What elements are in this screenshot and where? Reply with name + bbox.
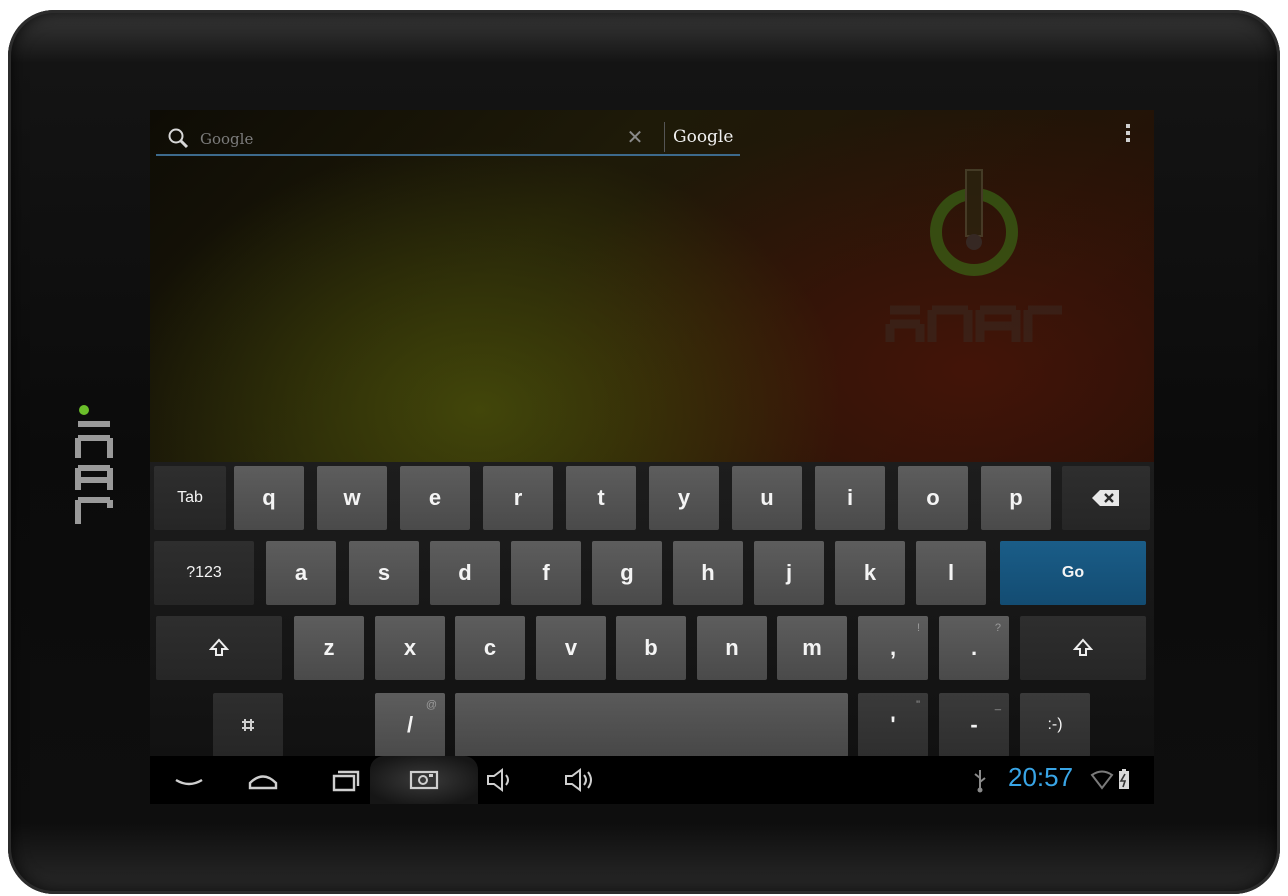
key-t[interactable]: t — [566, 466, 636, 530]
key-backspace[interactable] — [1062, 466, 1150, 530]
key-period[interactable]: . ? — [939, 616, 1009, 680]
key-comma-hint: ! — [916, 622, 920, 634]
key-j[interactable]: j — [754, 541, 824, 605]
google-search-button[interactable]: Google — [664, 122, 741, 152]
key-v[interactable]: v — [536, 616, 606, 680]
shift-icon — [1072, 638, 1094, 656]
bezel-brand-logo-icon — [75, 405, 113, 524]
volume-up-button[interactable] — [562, 766, 596, 794]
key-apostrophe-hint: " — [916, 699, 920, 711]
key-f[interactable]: f — [511, 541, 581, 605]
key-dash-hint: _ — [994, 699, 1001, 711]
google-search-bar: ✕ Google — [156, 120, 740, 156]
recent-apps-icon — [332, 770, 360, 792]
key-d[interactable]: d — [430, 541, 500, 605]
status-clock: 20:57 — [1008, 762, 1074, 792]
system-navigation-bar: 20:57 — [150, 756, 1154, 804]
key-h[interactable]: h — [673, 541, 743, 605]
hide-keyboard-button[interactable] — [172, 766, 206, 794]
key-slash[interactable]: / @ — [375, 693, 445, 757]
key-x[interactable]: x — [375, 616, 445, 680]
key-y[interactable]: y — [649, 466, 719, 530]
keyboard-settings-icon — [242, 719, 254, 731]
key-r[interactable]: r — [483, 466, 553, 530]
chevron-down-icon — [175, 778, 203, 786]
onscreen-keyboard: Tab q w e r t y u i o p ?123 a s d f g h… — [150, 462, 1154, 757]
key-b[interactable]: b — [616, 616, 686, 680]
clear-search-icon[interactable]: ✕ — [622, 124, 648, 150]
key-smiley[interactable]: :-) — [1020, 693, 1090, 757]
key-n[interactable]: n — [697, 616, 767, 680]
volume-up-icon — [565, 768, 592, 792]
search-input[interactable] — [198, 125, 622, 153]
wallpaper-logo-icon — [885, 169, 1062, 342]
camera-icon — [409, 770, 439, 790]
key-m[interactable]: m — [777, 616, 847, 680]
key-dash-label: - — [970, 712, 978, 737]
key-k[interactable]: k — [835, 541, 905, 605]
key-z[interactable]: z — [294, 616, 364, 680]
key-i[interactable]: i — [815, 466, 885, 530]
key-apostrophe[interactable]: ' " — [858, 693, 928, 757]
usb-status-icon — [970, 766, 990, 794]
battery-icon — [1116, 766, 1132, 794]
tablet-screen: ✕ Google Tab q w e r t y u i o p ?123 a … — [150, 110, 1154, 804]
key-comma-label: , — [889, 635, 897, 660]
key-shift-right[interactable] — [1020, 616, 1146, 680]
screenshot-button[interactable] — [407, 766, 441, 794]
key-dash[interactable]: - _ — [939, 693, 1009, 757]
key-a[interactable]: a — [266, 541, 336, 605]
key-symbols[interactable]: ?123 — [154, 541, 254, 605]
key-c[interactable]: c — [455, 616, 525, 680]
key-l[interactable]: l — [916, 541, 986, 605]
backspace-icon — [1092, 490, 1119, 506]
key-slash-label: / — [406, 712, 414, 737]
key-slash-hint: @ — [425, 699, 437, 711]
key-tab[interactable]: Tab — [154, 466, 226, 530]
key-shift-left[interactable] — [156, 616, 282, 680]
shift-icon — [208, 638, 230, 656]
home-button[interactable] — [246, 766, 280, 794]
key-u[interactable]: u — [732, 466, 802, 530]
key-period-hint: ? — [994, 622, 1001, 634]
recent-apps-button[interactable] — [328, 766, 362, 794]
key-go[interactable]: Go — [1000, 541, 1146, 605]
home-icon — [248, 775, 278, 790]
wifi-icon — [1090, 766, 1114, 794]
key-settings[interactable] — [213, 693, 283, 757]
key-apostrophe-label: ' — [890, 712, 896, 737]
search-icon — [168, 128, 189, 149]
key-s[interactable]: s — [349, 541, 419, 605]
key-g[interactable]: g — [592, 541, 662, 605]
key-space[interactable] — [455, 693, 848, 757]
key-e[interactable]: e — [400, 466, 470, 530]
overflow-menu-icon[interactable] — [1124, 122, 1132, 146]
key-comma[interactable]: , ! — [858, 616, 928, 680]
key-w[interactable]: w — [317, 466, 387, 530]
key-period-label: . — [970, 635, 978, 660]
key-o[interactable]: o — [898, 466, 968, 530]
key-q[interactable]: q — [234, 466, 304, 530]
volume-down-button[interactable] — [484, 766, 518, 794]
key-p[interactable]: p — [981, 466, 1051, 530]
volume-down-icon — [487, 768, 509, 792]
